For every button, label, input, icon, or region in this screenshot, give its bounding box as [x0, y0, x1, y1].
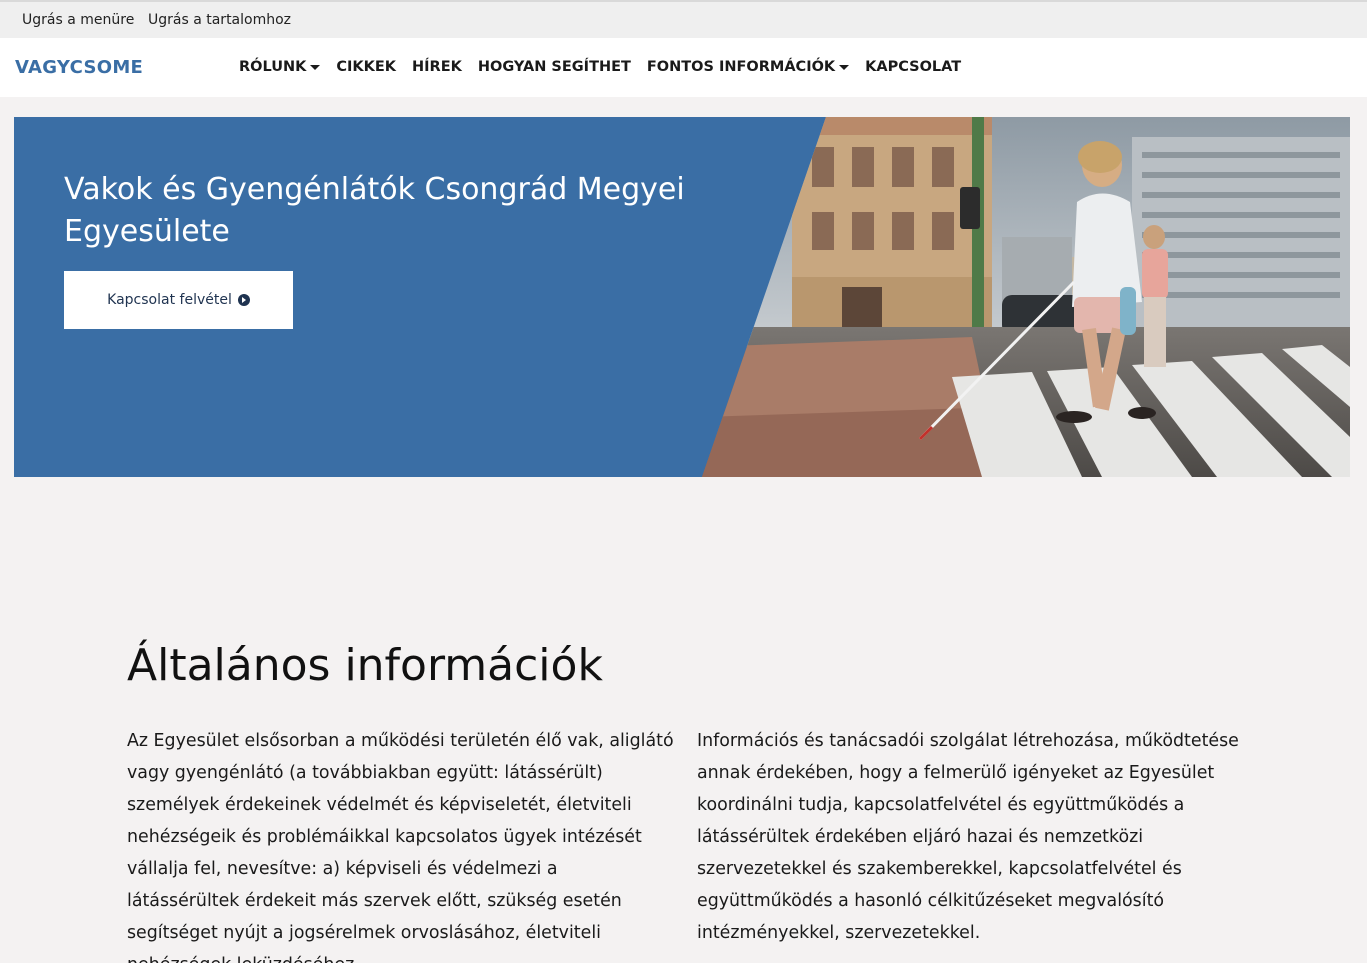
hero-photo [702, 117, 1350, 477]
brand-logo[interactable]: VAGYCSOME [15, 57, 143, 78]
nav-item-hirek[interactable]: HÍREK [412, 59, 462, 75]
section-title: Általános információk [127, 640, 603, 691]
nav-item-kapcsolat[interactable]: KAPCSOLAT [865, 59, 961, 75]
nav-item-label: HOGYAN SEGÍTHET [477, 59, 631, 75]
info-paragraph-left: Az Egyesület elsősorban a működési terül… [127, 731, 674, 963]
nav-item-label: CIKKEK [336, 59, 397, 75]
skip-to-content-link[interactable]: Ugrás a tartalomhoz [148, 12, 291, 28]
skip-to-menu-link[interactable]: Ugrás a menüre [22, 12, 134, 28]
contact-button[interactable]: Kapcsolat felvétel [64, 271, 293, 329]
main-nav: RÓLUNK CIKKEK HÍREK HOGYAN SEGÍTHET FONT… [239, 59, 961, 75]
contact-button-label: Kapcsolat felvétel [107, 292, 232, 308]
nav-item-label: FONTOS INFORMÁCIÓK [646, 59, 836, 75]
caret-down-icon [310, 64, 321, 70]
caret-down-icon [839, 64, 850, 70]
skip-links-bar: Ugrás a menüre Ugrás a tartalomhoz [0, 0, 1367, 38]
nav-item-label: RÓLUNK [239, 59, 307, 75]
play-circle-icon [237, 294, 250, 306]
nav-item-cikkek[interactable]: CIKKEK [336, 59, 396, 75]
hero-title: Vakok és Gyengénlátók Csongrád Megyei Eg… [64, 172, 685, 249]
nav-item-hogyan-segithet[interactable]: HOGYAN SEGÍTHET [478, 59, 631, 75]
hero-banner: Vakok és Gyengénlátók Csongrád Megyei Eg… [14, 117, 1350, 477]
nav-item-fontos-informaciok[interactable]: FONTOS INFORMÁCIÓK [646, 59, 850, 75]
street-crossing-illustration [702, 117, 1350, 477]
info-paragraph-right: Információs és tanácsadói szolgálat létr… [697, 731, 1239, 943]
nav-item-label: HÍREK [412, 59, 462, 75]
main-navbar: VAGYCSOME RÓLUNK CIKKEK HÍREK HOGYAN SEG… [0, 38, 1367, 97]
nav-item-rolunk[interactable]: RÓLUNK [239, 59, 321, 75]
nav-item-label: KAPCSOLAT [865, 59, 962, 75]
